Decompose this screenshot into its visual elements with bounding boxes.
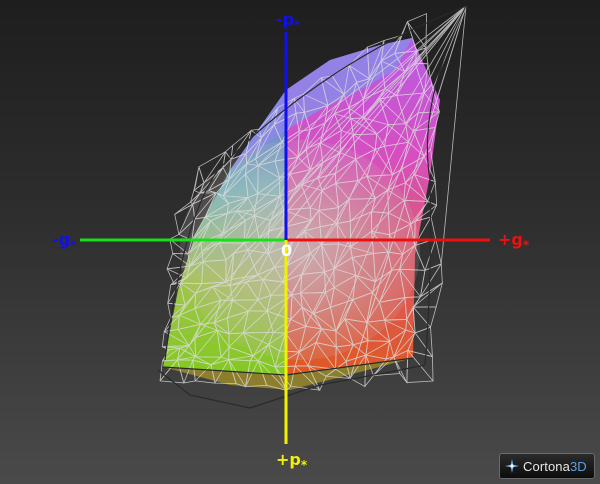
axis-label-subscript: *: [300, 458, 308, 472]
axis-label-subscript: *: [522, 238, 530, 252]
axis-label-subscript: *: [70, 238, 77, 252]
axis-label-sign: +g: [498, 230, 523, 249]
axis-label-pos-p: +p*: [276, 450, 307, 472]
axis-label-pos-g: +g*: [498, 230, 529, 252]
wireframe-cell: [412, 282, 443, 308]
axis-label-neg-p: -p*: [276, 10, 300, 32]
axis-label-subscript: *: [294, 18, 301, 32]
3d-viewport[interactable]: -p* +p* -g* +g* 0 Cortona3D: [0, 0, 600, 484]
logo-name: Cortona: [523, 458, 570, 474]
logo-text: Cortona3D: [523, 459, 587, 474]
origin-label: 0: [281, 241, 293, 260]
axis-label-neg-g: -g*: [52, 230, 76, 252]
axis-label-sign: -g: [52, 230, 71, 249]
axis-label-sign: -p: [276, 10, 295, 29]
axis-label-sign: +p: [276, 450, 301, 469]
cortona-star-icon: [505, 459, 519, 473]
cortona3d-logo[interactable]: Cortona3D: [499, 453, 595, 479]
logo-accent: 3D: [569, 458, 587, 474]
